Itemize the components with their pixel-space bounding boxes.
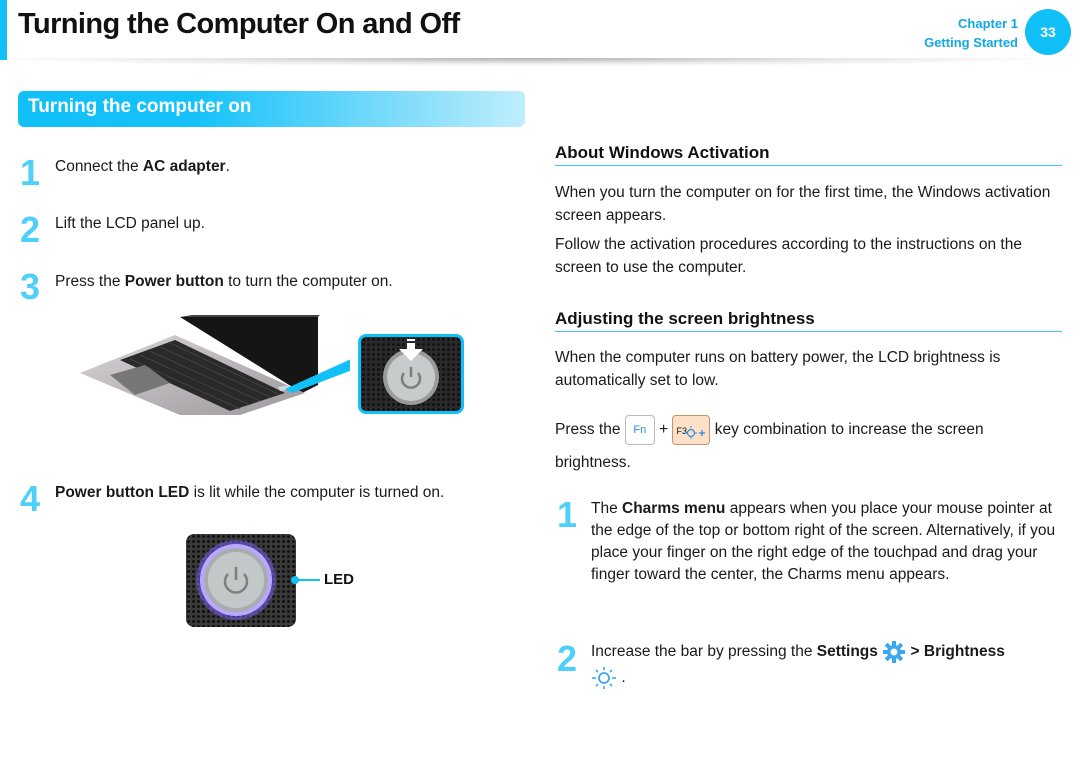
step-text-plain: Lift the LCD panel up. [55,215,205,232]
brightness-paragraph: When the computer runs on battery power,… [555,349,1001,389]
f3-brightness-key: F3 [672,415,711,445]
led-pointer-dot [291,576,299,584]
step-text-plain: . [225,158,230,175]
power-button-led-closeup [186,534,296,627]
step-number: 1 [20,152,41,193]
brightness-heading: Adjusting the screen brightness [555,309,1062,332]
step-text-plain: to turn the computer on. [223,273,393,290]
header-divider [10,58,1040,66]
key-combo-text: Press the [555,421,621,439]
step-text: The Charms menu appears when you place y… [591,498,1066,586]
page-number-badge: 33 [1025,9,1071,55]
step-number: 2 [557,638,578,679]
step-text-bold: Charms menu [622,500,726,517]
step-number: 2 [20,209,41,250]
step-text: Increase the bar by pressing the Setting… [591,639,1066,691]
step-number: 3 [20,266,41,307]
step-text-bold: Settings [816,643,878,660]
step-text-bold: Power button LED [55,484,190,501]
chapter-label: Chapter 1 [958,16,1018,31]
power-led-icon [196,540,276,620]
step-text: Press the Power button to turn the compu… [55,271,393,293]
plus-sign: + [659,421,669,439]
header-accent-bar [0,0,7,60]
activation-paragraph: Follow the activation procedures accordi… [555,236,1022,276]
step-text-plain: Increase the bar by pressing the [591,643,817,660]
step-text-plain: The [591,500,623,517]
step-text: Connect the AC adapter. [55,156,230,178]
step-text-bold: > Brightness [910,643,1005,660]
activation-paragraph: When you turn the computer on for the fi… [555,184,1051,224]
brightness-up-icon [685,426,706,439]
step-text-bold: AC adapter [142,158,226,175]
step-text-bold: Power button [124,273,224,290]
activation-heading: About Windows Activation [555,143,1062,166]
key-combo-text: key combination to increase the screen [714,421,984,439]
brightness-sun-icon [592,666,616,689]
step-text-plain: Press the [55,273,125,290]
chapter-info: Chapter 1 Getting Started [924,14,1018,52]
section-banner: Turning the computer on [18,91,525,127]
settings-gear-icon [883,640,906,663]
step-text-plain: is lit while the computer is turned on. [189,484,445,501]
page-title: Turning the Computer On and Off [18,8,460,40]
key-combo-end: brightness. [555,454,631,471]
step-text: Lift the LCD panel up. [55,213,205,235]
step-text-plain: Connect the [55,158,143,175]
led-label: LED [324,571,354,588]
power-button-closeup [358,334,464,414]
step-number: 1 [557,494,578,535]
key-combination-line: Press the Fn + F3 key combination to inc… [555,415,1065,445]
power-button-icon [383,339,439,405]
fn-key: Fn [624,415,655,445]
laptop-illustration [80,315,350,415]
step-text-plain: . [621,669,626,686]
chapter-name: Getting Started [924,35,1018,50]
step-text: Power button LED is lit while the comput… [55,482,444,504]
led-pointer-line [296,579,320,581]
step-number: 4 [20,478,41,519]
